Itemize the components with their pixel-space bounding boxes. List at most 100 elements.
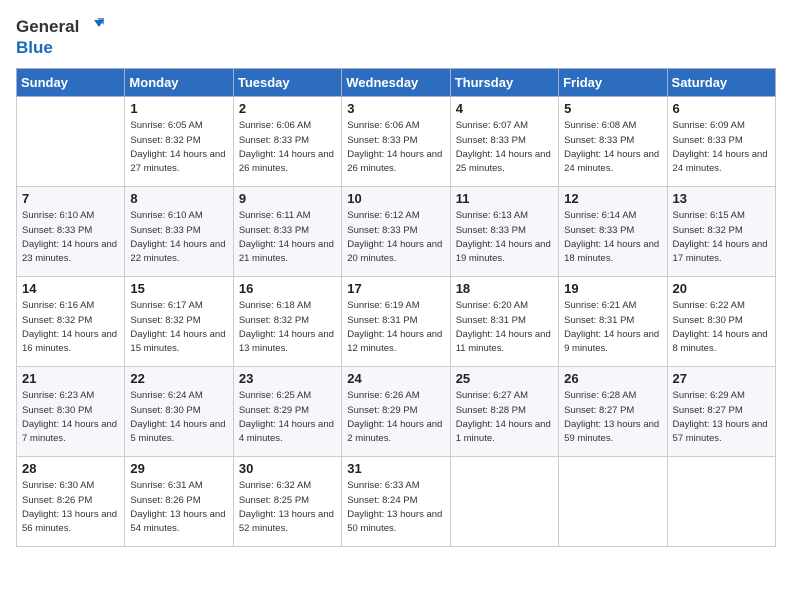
calendar-cell: 16 Sunrise: 6:18 AMSunset: 8:32 PMDayligh… — [233, 277, 341, 367]
week-row-3: 14 Sunrise: 6:16 AMSunset: 8:32 PMDayligh… — [17, 277, 776, 367]
day-info: Sunrise: 6:20 AMSunset: 8:31 PMDaylight:… — [456, 299, 553, 356]
weekday-header-row: SundayMondayTuesdayWednesdayThursdayFrid… — [17, 69, 776, 97]
calendar-cell — [559, 457, 667, 547]
day-number: 9 — [239, 191, 336, 206]
calendar-cell: 11 Sunrise: 6:13 AMSunset: 8:33 PMDayligh… — [450, 187, 558, 277]
day-info: Sunrise: 6:17 AMSunset: 8:32 PMDaylight:… — [130, 299, 227, 356]
day-number: 30 — [239, 461, 336, 476]
calendar-cell: 2 Sunrise: 6:06 AMSunset: 8:33 PMDaylight… — [233, 97, 341, 187]
calendar-cell: 9 Sunrise: 6:11 AMSunset: 8:33 PMDaylight… — [233, 187, 341, 277]
calendar-cell: 23Sunrise: 6:25 AMSunset: 8:29 PMDayligh… — [233, 367, 341, 457]
day-info: Sunrise: 6:18 AMSunset: 8:32 PMDaylight:… — [239, 299, 336, 356]
day-info: Sunrise: 6:30 AMSunset: 8:26 PMDaylight:… — [22, 479, 119, 536]
calendar-cell: 22 Sunrise: 6:24 AMSunset: 8:30 PMDayligh… — [125, 367, 233, 457]
weekday-header-thursday: Thursday — [450, 69, 558, 97]
week-row-2: 7 Sunrise: 6:10 AMSunset: 8:33 PMDaylight… — [17, 187, 776, 277]
day-number: 4 — [456, 101, 553, 116]
day-info: Sunrise: 6:16 AMSunset: 8:32 PMDaylight:… — [22, 299, 119, 356]
day-number: 20 — [673, 281, 770, 296]
calendar-cell — [450, 457, 558, 547]
calendar-cell — [667, 457, 775, 547]
calendar-cell — [17, 97, 125, 187]
day-info: Sunrise: 6:06 AMSunset: 8:33 PMDaylight:… — [239, 119, 336, 176]
day-number: 16 — [239, 281, 336, 296]
header: General Blue — [16, 16, 776, 58]
day-info: Sunrise: 6:06 AMSunset: 8:33 PMDaylight:… — [347, 119, 444, 176]
calendar-cell: 21 Sunrise: 6:23 AMSunset: 8:30 PMDayligh… — [17, 367, 125, 457]
day-number: 6 — [673, 101, 770, 116]
day-info: Sunrise: 6:10 AMSunset: 8:33 PMDaylight:… — [130, 209, 227, 266]
day-info: Sunrise: 6:12 AMSunset: 8:33 PMDaylight:… — [347, 209, 444, 266]
day-number: 29 — [130, 461, 227, 476]
weekday-header-friday: Friday — [559, 69, 667, 97]
calendar-table: SundayMondayTuesdayWednesdayThursdayFrid… — [16, 68, 776, 547]
calendar-cell: 18 Sunrise: 6:20 AMSunset: 8:31 PMDayligh… — [450, 277, 558, 367]
day-info: Sunrise: 6:15 AMSunset: 8:32 PMDaylight:… — [673, 209, 770, 266]
calendar-cell: 19 Sunrise: 6:21 AMSunset: 8:31 PMDayligh… — [559, 277, 667, 367]
calendar-cell: 26 Sunrise: 6:28 AMSunset: 8:27 PMDayligh… — [559, 367, 667, 457]
weekday-header-tuesday: Tuesday — [233, 69, 341, 97]
day-info: Sunrise: 6:23 AMSunset: 8:30 PMDaylight:… — [22, 389, 119, 446]
calendar-cell: 3 Sunrise: 6:06 AMSunset: 8:33 PMDaylight… — [342, 97, 450, 187]
day-number: 21 — [22, 371, 119, 386]
day-info: Sunrise: 6:32 AMSunset: 8:25 PMDaylight:… — [239, 479, 336, 536]
weekday-header-wednesday: Wednesday — [342, 69, 450, 97]
calendar-cell: 6 Sunrise: 6:09 AMSunset: 8:33 PMDaylight… — [667, 97, 775, 187]
calendar-cell: 13 Sunrise: 6:15 AMSunset: 8:32 PMDayligh… — [667, 187, 775, 277]
day-number: 8 — [130, 191, 227, 206]
day-number: 22 — [130, 371, 227, 386]
calendar-cell: 30 Sunrise: 6:32 AMSunset: 8:25 PMDayligh… — [233, 457, 341, 547]
weekday-header-sunday: Sunday — [17, 69, 125, 97]
day-number: 14 — [22, 281, 119, 296]
day-number: 13 — [673, 191, 770, 206]
day-info: Sunrise: 6:21 AMSunset: 8:31 PMDaylight:… — [564, 299, 661, 356]
day-info: Sunrise: 6:25 AMSunset: 8:29 PMDaylight:… — [239, 389, 336, 446]
day-info: Sunrise: 6:19 AMSunset: 8:31 PMDaylight:… — [347, 299, 444, 356]
calendar-cell: 17 Sunrise: 6:19 AMSunset: 8:31 PMDayligh… — [342, 277, 450, 367]
calendar-cell: 8 Sunrise: 6:10 AMSunset: 8:33 PMDaylight… — [125, 187, 233, 277]
day-number: 17 — [347, 281, 444, 296]
week-row-1: 1Sunrise: 6:05 AMSunset: 8:32 PMDaylight… — [17, 97, 776, 187]
day-info: Sunrise: 6:08 AMSunset: 8:33 PMDaylight:… — [564, 119, 661, 176]
day-info: Sunrise: 6:07 AMSunset: 8:33 PMDaylight:… — [456, 119, 553, 176]
calendar-cell: 12Sunrise: 6:14 AMSunset: 8:33 PMDayligh… — [559, 187, 667, 277]
day-number: 11 — [456, 191, 553, 206]
calendar-cell: 7 Sunrise: 6:10 AMSunset: 8:33 PMDaylight… — [17, 187, 125, 277]
day-info: Sunrise: 6:10 AMSunset: 8:33 PMDaylight:… — [22, 209, 119, 266]
calendar-cell: 29 Sunrise: 6:31 AMSunset: 8:26 PMDayligh… — [125, 457, 233, 547]
day-number: 19 — [564, 281, 661, 296]
day-info: Sunrise: 6:27 AMSunset: 8:28 PMDaylight:… — [456, 389, 553, 446]
calendar-cell: 28 Sunrise: 6:30 AMSunset: 8:26 PMDayligh… — [17, 457, 125, 547]
day-number: 12 — [564, 191, 661, 206]
day-info: Sunrise: 6:09 AMSunset: 8:33 PMDaylight:… — [673, 119, 770, 176]
day-info: Sunrise: 6:24 AMSunset: 8:30 PMDaylight:… — [130, 389, 227, 446]
day-number: 24 — [347, 371, 444, 386]
day-info: Sunrise: 6:05 AMSunset: 8:32 PMDaylight:… — [130, 119, 227, 176]
day-info: Sunrise: 6:26 AMSunset: 8:29 PMDaylight:… — [347, 389, 444, 446]
day-info: Sunrise: 6:29 AMSunset: 8:27 PMDaylight:… — [673, 389, 770, 446]
logo-bird-icon — [82, 16, 104, 38]
calendar-cell: 25Sunrise: 6:27 AMSunset: 8:28 PMDayligh… — [450, 367, 558, 457]
day-info: Sunrise: 6:31 AMSunset: 8:26 PMDaylight:… — [130, 479, 227, 536]
logo: General Blue — [16, 16, 104, 58]
day-number: 3 — [347, 101, 444, 116]
day-number: 26 — [564, 371, 661, 386]
day-number: 15 — [130, 281, 227, 296]
calendar-cell: 31Sunrise: 6:33 AMSunset: 8:24 PMDayligh… — [342, 457, 450, 547]
calendar-cell: 27Sunrise: 6:29 AMSunset: 8:27 PMDayligh… — [667, 367, 775, 457]
day-info: Sunrise: 6:33 AMSunset: 8:24 PMDaylight:… — [347, 479, 444, 536]
calendar-cell: 4 Sunrise: 6:07 AMSunset: 8:33 PMDaylight… — [450, 97, 558, 187]
day-number: 2 — [239, 101, 336, 116]
day-info: Sunrise: 6:11 AMSunset: 8:33 PMDaylight:… — [239, 209, 336, 266]
calendar-cell: 14 Sunrise: 6:16 AMSunset: 8:32 PMDayligh… — [17, 277, 125, 367]
logo-text: General Blue — [16, 16, 104, 58]
day-number: 7 — [22, 191, 119, 206]
day-number: 18 — [456, 281, 553, 296]
week-row-4: 21 Sunrise: 6:23 AMSunset: 8:30 PMDayligh… — [17, 367, 776, 457]
calendar-cell: 10Sunrise: 6:12 AMSunset: 8:33 PMDayligh… — [342, 187, 450, 277]
day-info: Sunrise: 6:13 AMSunset: 8:33 PMDaylight:… — [456, 209, 553, 266]
day-number: 28 — [22, 461, 119, 476]
calendar-cell: 20Sunrise: 6:22 AMSunset: 8:30 PMDayligh… — [667, 277, 775, 367]
day-info: Sunrise: 6:28 AMSunset: 8:27 PMDaylight:… — [564, 389, 661, 446]
calendar-cell: 5Sunrise: 6:08 AMSunset: 8:33 PMDaylight… — [559, 97, 667, 187]
